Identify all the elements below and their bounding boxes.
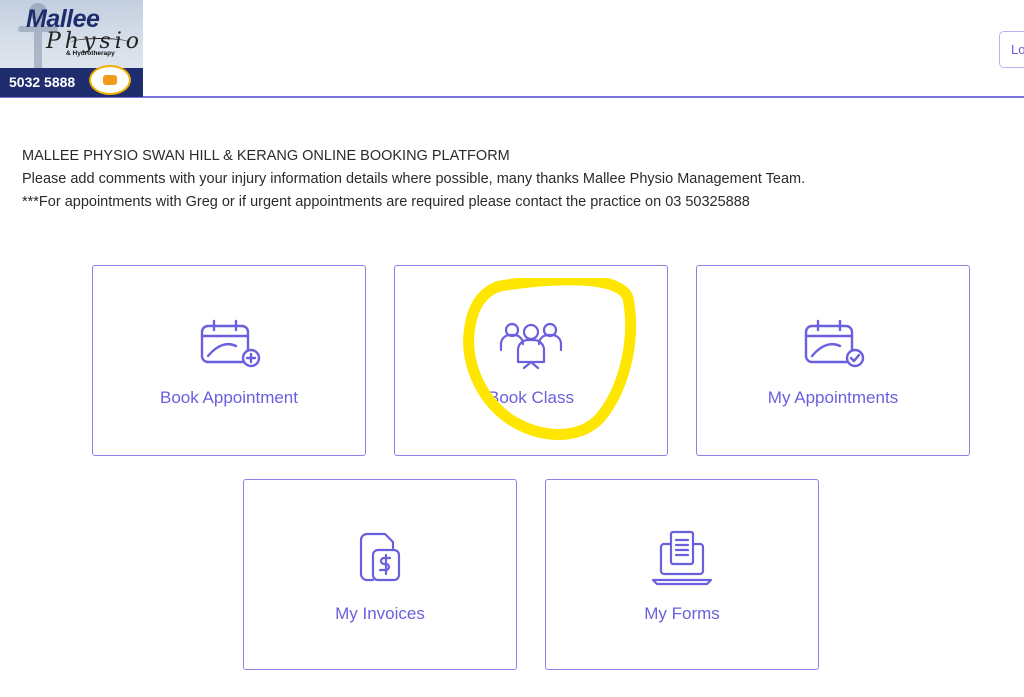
my-invoices-label: My Invoices xyxy=(335,604,425,623)
calendar-check-icon xyxy=(804,319,865,368)
invoice-dollar-icon xyxy=(359,532,401,582)
my-invoices-tile[interactable]: My Invoices xyxy=(243,479,517,670)
laptop-form-icon xyxy=(651,530,713,586)
logo-phone: 5032 5888 xyxy=(9,74,76,90)
intro-heading: MALLEE PHYSIO SWAN HILL & KERANG ONLINE … xyxy=(22,148,510,164)
mallee-physio-logo[interactable]: Mallee Physio & Hydrotherapy 5032 5888 xyxy=(0,0,143,97)
intro-line-3: ***For appointments with Greg or if urge… xyxy=(22,194,750,210)
book-appointment-label: Book Appointment xyxy=(160,388,298,407)
book-appointment-tile[interactable]: Book Appointment xyxy=(92,265,366,456)
my-forms-label: My Forms xyxy=(644,604,720,623)
login-button[interactable]: Lo xyxy=(999,31,1024,68)
header: Mallee Physio & Hydrotherapy 5032 5888 L… xyxy=(0,0,1024,98)
my-forms-tile[interactable]: My Forms xyxy=(545,479,819,670)
group-icon xyxy=(499,322,563,370)
intro-text: MALLEE PHYSIO SWAN HILL & KERANG ONLINE … xyxy=(22,145,805,214)
my-appointments-tile[interactable]: My Appointments xyxy=(696,265,970,456)
intro-line-2: Please add comments with your injury inf… xyxy=(22,171,806,187)
my-appointments-label: My Appointments xyxy=(767,388,899,407)
calendar-plus-icon xyxy=(200,319,261,368)
book-class-tile[interactable]: Book Class xyxy=(394,265,668,456)
book-class-label: Book Class xyxy=(488,388,574,407)
logo-seal-icon xyxy=(89,65,131,95)
logo-swoosh xyxy=(70,38,130,48)
logo-tagline: & Hydrotherapy xyxy=(66,50,115,57)
